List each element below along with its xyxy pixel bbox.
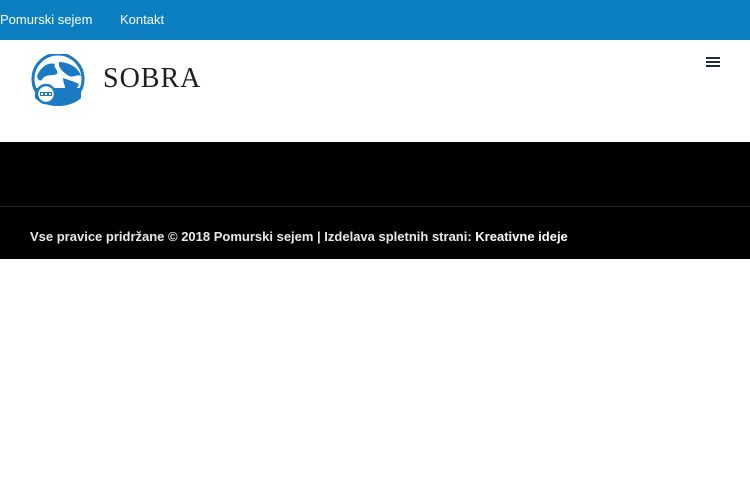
top-navigation-bar: Pomurski sejem Kontakt [0, 0, 750, 40]
hamburger-icon[interactable] [706, 57, 720, 69]
site-header: SOBRA [0, 40, 750, 142]
globe-icon [31, 54, 85, 106]
dark-banner [0, 142, 750, 206]
site-logo[interactable]: SOBRA [29, 54, 202, 106]
logo-text: SOBRA [103, 63, 202, 94]
nav-link-pomurski-sejem[interactable]: Pomurski sejem [0, 12, 92, 27]
site-footer: Vse pravice pridržane © 2018 Pomurski se… [0, 206, 750, 259]
nav-link-kontakt[interactable]: Kontakt [120, 12, 164, 27]
copyright-line: Vse pravice pridržane © 2018 Pomurski se… [30, 229, 568, 244]
credit-link[interactable]: Kreativne ideje [475, 229, 568, 244]
copyright-text: Vse pravice pridržane © 2018 Pomurski se… [30, 229, 476, 244]
